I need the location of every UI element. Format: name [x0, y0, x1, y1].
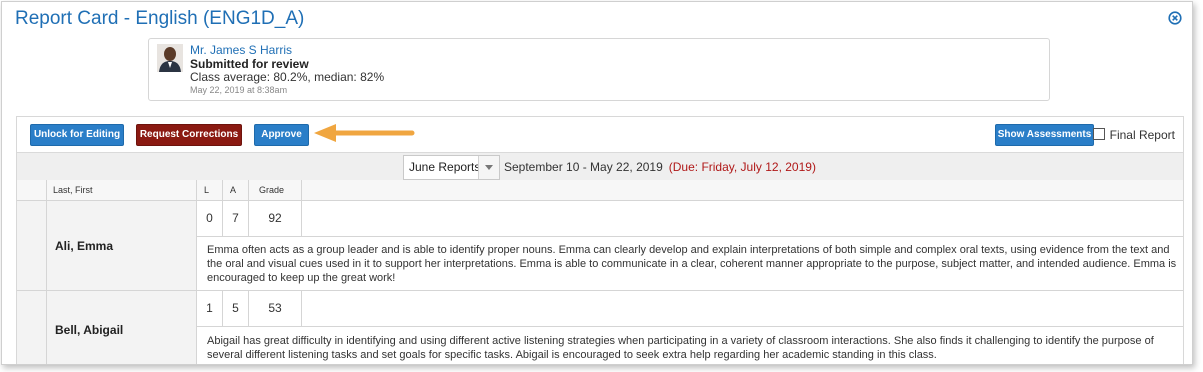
- final-report-label: Final Report: [1109, 128, 1175, 142]
- teacher-name-link[interactable]: Mr. James S Harris: [190, 43, 292, 57]
- page-title: Report Card - English (ENG1D_A): [15, 8, 305, 29]
- student-name-cell: Ali, Emma: [47, 201, 197, 290]
- date-range: September 10 - May 22, 2019 (Due: Friday,…: [504, 160, 816, 174]
- student-name[interactable]: Bell, Abigail: [55, 323, 123, 337]
- submission-date: May 22, 2019 at 8:38am: [190, 85, 288, 95]
- header-grade[interactable]: Grade: [249, 180, 302, 200]
- final-report-checkbox[interactable]: [1092, 128, 1105, 140]
- report-period-value: June Reports: [409, 160, 481, 174]
- header-name[interactable]: Last, First: [47, 180, 197, 200]
- comment-text[interactable]: Emma often acts as a group leader and is…: [207, 243, 1177, 285]
- submission-card: Mr. James S Harris Submitted for review …: [148, 38, 1050, 101]
- row-selector: [17, 201, 47, 290]
- teacher-avatar: [157, 44, 183, 72]
- request-corrections-button[interactable]: Request Corrections: [136, 124, 242, 146]
- close-circle-icon[interactable]: [1168, 11, 1182, 25]
- score-cells: 1 5 53: [197, 291, 1183, 327]
- cell-grade[interactable]: 53: [249, 291, 302, 326]
- comment-text[interactable]: Abigail has great difficulty in identify…: [207, 334, 1177, 362]
- cell-a[interactable]: 7: [223, 201, 249, 236]
- class-average: Class average: 80.2%, median: 82%: [190, 70, 385, 84]
- cell-grade[interactable]: 92: [249, 201, 302, 236]
- table-row: Ali, Emma 0 7 92 Emma often acts as a gr…: [17, 201, 1183, 291]
- show-assessments-button[interactable]: Show Assessments: [995, 124, 1094, 146]
- student-name-cell: Bell, Abigail: [47, 291, 197, 364]
- report-period-select[interactable]: June Reports: [403, 155, 500, 180]
- cell-l[interactable]: 0: [197, 201, 223, 236]
- cell-l[interactable]: 1: [197, 291, 223, 326]
- report-panel: Unlock for Editing Request Corrections A…: [16, 116, 1184, 364]
- score-cells: 0 7 92: [197, 201, 1183, 237]
- table-row: Bell, Abigail 1 5 53 Abigail has great d…: [17, 291, 1183, 364]
- arrow-annotation-icon: [314, 124, 415, 142]
- student-name[interactable]: Ali, Emma: [55, 239, 113, 253]
- row-selector: [17, 291, 47, 364]
- submission-status: Submitted for review: [190, 57, 309, 71]
- header-l[interactable]: L: [197, 180, 223, 200]
- approve-button[interactable]: Approve: [254, 124, 309, 146]
- report-card-window: Report Card - English (ENG1D_A) Mr. Jame…: [1, 1, 1193, 365]
- date-range-text: September 10 - May 22, 2019: [504, 160, 663, 174]
- header-a[interactable]: A: [223, 180, 249, 200]
- table-header: Last, First L A Grade: [17, 180, 1183, 201]
- header-blank: [17, 180, 47, 200]
- due-date: (Due: Friday, July 12, 2019): [668, 160, 816, 174]
- report-filter-bar: June Reports September 10 - May 22, 2019…: [17, 152, 1183, 181]
- final-report-toggle[interactable]: Final Report: [1092, 128, 1175, 142]
- cell-a[interactable]: 5: [223, 291, 249, 326]
- unlock-for-editing-button[interactable]: Unlock for Editing: [30, 124, 124, 146]
- chevron-down-icon[interactable]: [478, 156, 499, 179]
